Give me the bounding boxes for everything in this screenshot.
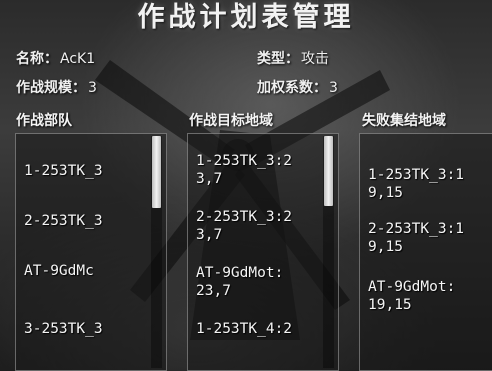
fallback-list-item[interactable]: AT-9GdMot: 19,15 [368,278,455,314]
targets-list-item[interactable]: 2-253TK_3:2 3,7 [196,208,292,244]
units-scrollbar[interactable] [151,136,162,368]
plan-name-value: AcK1 [60,51,96,67]
targets-list-panel: 1-253TK_3:2 3,7 2-253TK_3:2 3,7 AT-9GdMo… [187,133,339,371]
plan-name-field: 名称： AcK1 [16,48,95,68]
units-list-item[interactable]: AT-9GdMc [24,262,94,280]
targets-list[interactable]: 1-253TK_3:2 3,7 2-253TK_3:2 3,7 AT-9GdMo… [188,134,338,370]
targets-column-header: 作战目标地域 [189,113,273,129]
targets-scroll-thumb[interactable] [324,136,333,206]
units-list-item[interactable]: 1-253TK_3 [24,162,103,180]
fallback-list[interactable]: 1-253TK_3:1 9,15 2-253TK_3:1 9,15 AT-9Gd… [360,134,492,370]
targets-scrollbar[interactable] [323,136,334,368]
plan-scale-value: 3 [88,80,97,96]
plan-type-field: 类型： 攻击 [257,48,329,68]
targets-list-item[interactable]: AT-9GdMot: 23,7 [196,264,283,300]
plan-weight-label: 加权系数： [257,80,327,96]
fallback-list-item[interactable]: 1-253TK_3:1 9,15 [368,166,464,202]
units-list[interactable]: 1-253TK_3 2-253TK_3 AT-9GdMc 3-253TK_3 [16,134,166,370]
units-list-panel: 1-253TK_3 2-253TK_3 AT-9GdMc 3-253TK_3 [15,133,167,371]
fallback-list-panel: 1-253TK_3:1 9,15 2-253TK_3:1 9,15 AT-9Gd… [359,133,492,371]
plan-type-value: 攻击 [301,51,329,67]
plan-type-label: 类型： [257,51,299,67]
plan-weight-value: 3 [329,80,338,96]
page-title: 作战计划表管理 [137,2,355,33]
units-scroll-thumb[interactable] [152,136,161,208]
units-list-item[interactable]: 2-253TK_3 [24,212,103,230]
units-column-header: 作战部队 [16,113,72,129]
fallback-list-item[interactable]: 2-253TK_3:1 9,15 [368,220,464,256]
fallback-column-header: 失败集结地域 [362,113,446,129]
plan-scale-field: 作战规模： 3 [16,77,97,97]
targets-list-item[interactable]: 1-253TK_3:2 3,7 [196,152,292,188]
units-list-item[interactable]: 3-253TK_3 [24,320,103,338]
plan-weight-field: 加权系数： 3 [257,77,338,97]
targets-list-item[interactable]: 1-253TK_4:2 [196,320,292,338]
plan-name-label: 名称： [16,51,58,67]
plan-scale-label: 作战规模： [16,80,86,96]
